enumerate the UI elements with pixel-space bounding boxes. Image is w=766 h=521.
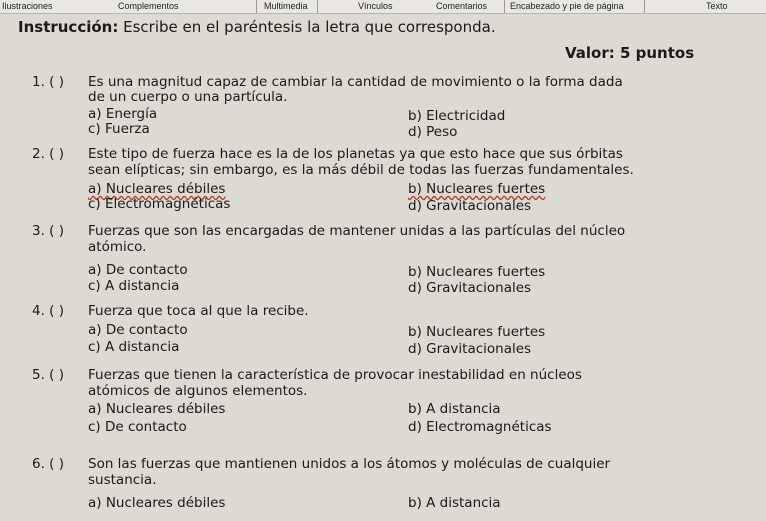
option-a: a) Energía [88,106,158,122]
ribbon-separator [504,0,505,13]
ribbon-separator [317,0,318,13]
option-c: c) Fuerza [88,121,150,137]
ribbon-tab-encabezado[interactable]: Encabezado y pie de página [510,1,624,11]
question-number[interactable]: 4. ( ) [32,303,64,319]
question-number[interactable]: 6. ( ) [32,456,64,472]
option-c: c) Electromagnéticas [88,196,231,212]
option-b: b) Electricidad [408,108,506,124]
question-number[interactable]: 2. ( ) [32,146,64,162]
question-text: Este tipo de fuerza hace es la de los pl… [88,146,623,162]
ribbon-tab-comentarios[interactable]: Comentarios [436,1,487,11]
option-b: b) Nucleares fuertes [408,181,546,197]
option-a: a) Nucleares débiles [88,181,226,197]
ribbon-tab-complementos[interactable]: Complementos [118,1,179,11]
question-text: Es una magnitud capaz de cambiar la cant… [88,74,623,90]
question-text-cont: sean elípticas; sin embargo, es la más d… [88,162,634,178]
valor-label: Valor: 5 puntos [565,44,695,62]
option-b: b) Nucleares fuertes [408,264,546,280]
ribbon-tab-multimedia[interactable]: Multimedia [264,1,308,11]
ribbon-tabs: Ilustraciones Complementos Multimedia Ví… [0,0,766,14]
instruction-text: Escribe en el paréntesis la letra que co… [118,18,496,36]
question-number[interactable]: 1. ( ) [32,74,64,90]
ribbon-separator [644,0,645,13]
ribbon-separator [256,0,257,13]
option-a: a) Nucleares débiles [88,495,226,511]
option-d: d) Electromagnéticas [408,419,552,435]
question-text: Fuerzas que son las encargadas de manten… [88,223,626,239]
instruction-label: Instrucción: [18,18,119,36]
ribbon-tab-vinculos[interactable]: Vínculos [358,1,393,11]
question-text-cont: de un cuerpo o una partícula. [88,89,288,105]
option-c: c) A distancia [88,278,180,294]
option-d: d) Gravitacionales [408,341,532,357]
ribbon-tab-ilustraciones[interactable]: Ilustraciones [2,1,53,11]
option-b: b) A distancia [408,401,501,417]
question-text-cont: sustancia. [88,472,157,488]
question-text: Fuerza que toca al que la recibe. [88,303,309,319]
instruction: Instrucción: Escribe en el paréntesis la… [18,18,496,36]
worksheet-page: Instrucción: Escribe en el paréntesis la… [0,14,766,521]
option-c: c) A distancia [88,339,180,355]
option-d: d) Gravitacionales [408,280,532,296]
option-a: a) De contacto [88,262,188,278]
option-d: d) Gravitacionales [408,198,532,214]
option-d: d) Peso [408,124,458,140]
option-c: c) De contacto [88,419,187,435]
option-b: b) Nucleares fuertes [408,324,546,340]
option-a: a) Nucleares débiles [88,401,226,417]
question-text-cont: atómico. [88,239,147,255]
question-number[interactable]: 5. ( ) [32,367,64,383]
question-text: Son las fuerzas que mantienen unidos a l… [88,456,611,472]
option-b: b) A distancia [408,495,501,511]
ribbon-tab-texto[interactable]: Texto [706,1,728,11]
option-a: a) De contacto [88,322,188,338]
question-text: Fuerzas que tienen la característica de … [88,367,582,383]
question-number[interactable]: 3. ( ) [32,223,64,239]
question-text-cont: atómicos de algunos elementos. [88,383,308,399]
